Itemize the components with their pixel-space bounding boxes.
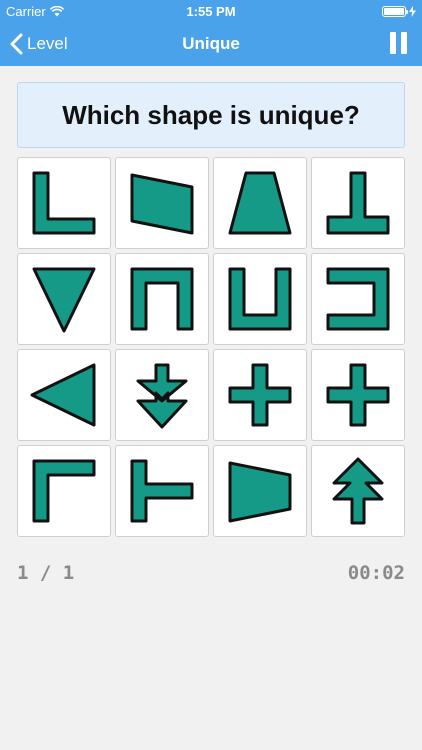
shape-tile[interactable] xyxy=(213,349,307,441)
shape-tile[interactable] xyxy=(311,157,405,249)
status-bar: Carrier 1:55 PM xyxy=(0,0,422,22)
up-arrow-icon xyxy=(332,457,384,525)
back-button[interactable]: Level xyxy=(10,22,68,66)
right-trapezoid-icon xyxy=(228,461,292,523)
level-progress: 1 / 1 xyxy=(17,562,75,584)
shape-tile[interactable] xyxy=(115,445,209,537)
charging-bolt-icon xyxy=(409,5,416,17)
shape-tile[interactable] xyxy=(311,445,405,537)
down-arrow-icon xyxy=(136,363,188,429)
carrier-label: Carrier xyxy=(6,3,46,19)
shape-tile[interactable] xyxy=(17,445,111,537)
right-bracket-icon xyxy=(326,267,390,331)
shape-tile[interactable] xyxy=(17,157,111,249)
parallelogram-quad-icon xyxy=(130,173,194,235)
question-banner: Which shape is unique? xyxy=(17,82,405,148)
l-shape-icon xyxy=(32,171,96,235)
navigation-bar: Level Unique xyxy=(0,22,422,66)
back-label: Level xyxy=(27,34,68,53)
chevron-left-icon xyxy=(10,33,23,55)
shape-tile[interactable] xyxy=(213,445,307,537)
shape-tile[interactable] xyxy=(17,253,111,345)
left-triangle-icon xyxy=(30,363,96,427)
plus-cross-icon xyxy=(326,363,390,427)
corner-bracket-icon xyxy=(32,459,96,523)
down-triangle-icon xyxy=(32,267,96,333)
u-bracket-icon xyxy=(228,267,292,331)
pause-icon-bar xyxy=(400,32,407,54)
battery-icon xyxy=(382,5,408,17)
wifi-icon xyxy=(49,5,64,16)
carrier-info: Carrier xyxy=(6,4,64,19)
shape-tile[interactable] xyxy=(311,253,405,345)
shape-tile[interactable] xyxy=(213,253,307,345)
n-bracket-icon xyxy=(130,267,194,331)
shape-tile[interactable] xyxy=(115,349,209,441)
plus-cross-icon xyxy=(228,363,292,427)
elapsed-timer: 00:02 xyxy=(347,562,405,584)
shape-tile[interactable] xyxy=(115,157,209,249)
shape-tile[interactable] xyxy=(115,253,209,345)
trapezoid-icon xyxy=(228,171,292,235)
pause-button[interactable] xyxy=(386,32,410,56)
question-text: Which shape is unique? xyxy=(62,99,360,130)
shape-tile[interactable] xyxy=(311,349,405,441)
pause-icon xyxy=(389,32,396,54)
battery-indicator xyxy=(382,5,416,17)
inverted-t-shape-icon xyxy=(326,171,390,235)
shape-tile[interactable] xyxy=(17,349,111,441)
t-sideways-icon xyxy=(130,459,194,523)
shape-tile[interactable] xyxy=(213,157,307,249)
shape-grid xyxy=(17,157,405,537)
